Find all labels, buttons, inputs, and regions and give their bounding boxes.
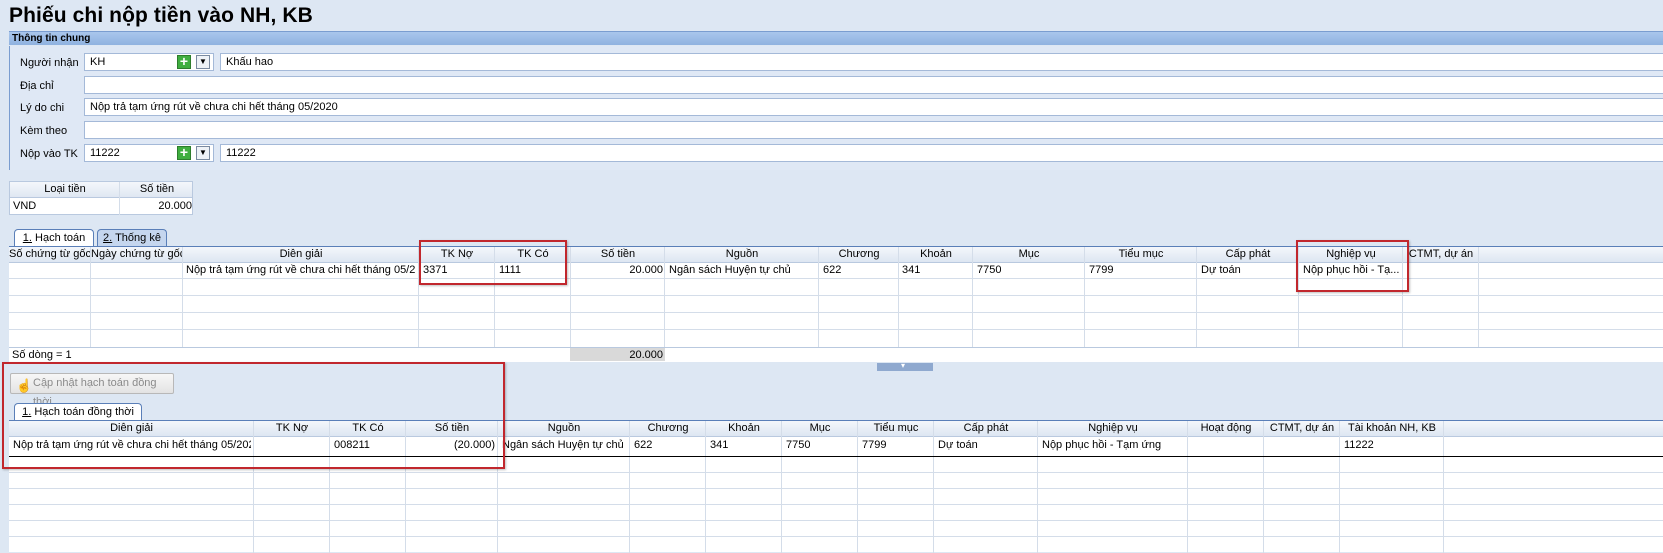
highlight-tk-columns bbox=[419, 240, 567, 285]
row-count: Số dòng = 1 bbox=[12, 349, 72, 361]
attach-label: Kèm theo bbox=[20, 125, 68, 137]
col-header[interactable]: Tiểu mục bbox=[1085, 248, 1197, 260]
tab-hach-toan[interactable]: 1. Hạch toán bbox=[14, 229, 94, 246]
cell-dien-giai[interactable]: Nộp trả tạm ứng rút về chưa chi hết thán… bbox=[186, 264, 416, 276]
amount-column-header: Số tiền bbox=[139, 183, 175, 195]
currency-table: Loại tiền Số tiền VND 20.000 bbox=[9, 181, 193, 215]
page-title: Phiếu chi nộp tiền vào NH, KB bbox=[9, 4, 313, 27]
col-header[interactable]: Nguồn bbox=[665, 248, 819, 260]
cell-muc[interactable]: 7750 bbox=[977, 264, 1001, 276]
cell-khoan[interactable]: 341 bbox=[710, 439, 728, 451]
col-header[interactable]: Chương bbox=[630, 422, 706, 434]
address-label: Địa chỉ bbox=[20, 80, 54, 92]
recipient-code-input[interactable]: KH bbox=[84, 53, 214, 71]
general-info-panel: Người nhận KH + ▼ Khấu hao Địa chỉ Lý do… bbox=[9, 46, 1663, 170]
col-header[interactable]: Mục bbox=[782, 422, 858, 434]
address-input[interactable] bbox=[84, 76, 1663, 94]
currency-column-header: Loại tiền bbox=[44, 183, 86, 195]
account-code-input[interactable]: 11222 bbox=[84, 144, 214, 162]
col-header[interactable]: Chương bbox=[819, 248, 899, 260]
cell-khoan[interactable]: 341 bbox=[902, 264, 920, 276]
accounting-grid: Số chứng từ gốc Ngày chứng từ gốc Diễn g… bbox=[9, 246, 1663, 362]
account-name-input[interactable]: 11222 bbox=[220, 144, 1663, 162]
reason-label: Lý do chi bbox=[20, 102, 65, 114]
col-header[interactable]: Hoạt động bbox=[1188, 422, 1264, 434]
col-header[interactable]: Số chứng từ gốc bbox=[9, 248, 91, 260]
attach-input[interactable] bbox=[84, 121, 1663, 139]
col-header[interactable]: Tài khoản NH, KB bbox=[1340, 422, 1444, 434]
highlight-concurrent-section bbox=[2, 362, 505, 469]
add-recipient-icon[interactable]: + bbox=[177, 54, 191, 69]
cell-cap-phat[interactable]: Dự toán bbox=[938, 439, 978, 451]
recipient-name-input[interactable]: Khấu hao bbox=[220, 53, 1663, 71]
grid-footer: Số dòng = 1 20.000 bbox=[9, 347, 1663, 362]
cell-cap-phat[interactable]: Dự toán bbox=[1201, 264, 1241, 276]
cell-so-tien[interactable]: 20.000 bbox=[571, 264, 663, 276]
currency-cell[interactable]: VND bbox=[13, 200, 36, 212]
col-header[interactable]: CTMT, dự án bbox=[1403, 248, 1479, 260]
cell-muc[interactable]: 7750 bbox=[786, 439, 810, 451]
cell-tieu-muc[interactable]: 7799 bbox=[862, 439, 886, 451]
col-header[interactable]: Tiểu mục bbox=[858, 422, 934, 434]
accounting-grid-header: Số chứng từ gốc Ngày chứng từ gốc Diễn g… bbox=[9, 247, 1663, 263]
col-header[interactable]: Số tiền bbox=[571, 248, 665, 260]
add-account-icon[interactable]: + bbox=[177, 145, 191, 160]
cell-tai-khoan[interactable]: 11222 bbox=[1344, 439, 1374, 451]
cell-nguon[interactable]: Ngân sách Huyện tự chủ bbox=[502, 439, 624, 451]
panel-splitter[interactable]: ▾ bbox=[877, 361, 933, 371]
general-info-header: Thông tin chung bbox=[9, 31, 1663, 45]
amount-cell[interactable]: 20.000 bbox=[120, 200, 192, 212]
cell-chuong[interactable]: 622 bbox=[823, 264, 841, 276]
col-header[interactable]: Ngày chứng từ gốc bbox=[91, 248, 183, 260]
col-header[interactable]: Nguồn bbox=[498, 422, 630, 434]
col-header[interactable]: Khoản bbox=[706, 422, 782, 434]
cell-chuong[interactable]: 622 bbox=[634, 439, 652, 451]
recipient-label: Người nhận bbox=[20, 57, 79, 69]
col-header[interactable]: Cấp phát bbox=[1197, 248, 1299, 260]
col-header[interactable]: Nghiệp vụ bbox=[1038, 422, 1188, 434]
tab-hach-toan-label: Hạch toán bbox=[35, 232, 86, 244]
tab-thong-ke-label: Thống kê bbox=[115, 232, 161, 244]
cell-tieu-muc[interactable]: 7799 bbox=[1089, 264, 1113, 276]
tab-thong-ke[interactable]: 2. Thống kê bbox=[97, 229, 167, 246]
highlight-nghiep-vu-column bbox=[1296, 240, 1409, 292]
account-label: Nộp vào TK bbox=[20, 148, 78, 160]
total-amount: 20.000 bbox=[629, 349, 663, 361]
col-header[interactable]: Diễn giải bbox=[183, 248, 419, 260]
col-header[interactable]: Khoản bbox=[899, 248, 973, 260]
account-dropdown-icon[interactable]: ▼ bbox=[196, 146, 210, 160]
col-header[interactable]: CTMT, dự án bbox=[1264, 422, 1340, 434]
currency-table-header: Loại tiền Số tiền bbox=[10, 182, 192, 198]
reason-input[interactable]: Nộp trả tạm ứng rút về chưa chi hết thán… bbox=[84, 98, 1663, 116]
cell-nghiep-vu[interactable]: Nộp phục hồi - Tạm ứng bbox=[1042, 439, 1161, 451]
cell-nguon[interactable]: Ngân sách Huyện tự chủ bbox=[669, 264, 791, 276]
col-header[interactable]: Cấp phát bbox=[934, 422, 1038, 434]
recipient-dropdown-icon[interactable]: ▼ bbox=[196, 55, 210, 69]
col-header[interactable]: Mục bbox=[973, 248, 1085, 260]
